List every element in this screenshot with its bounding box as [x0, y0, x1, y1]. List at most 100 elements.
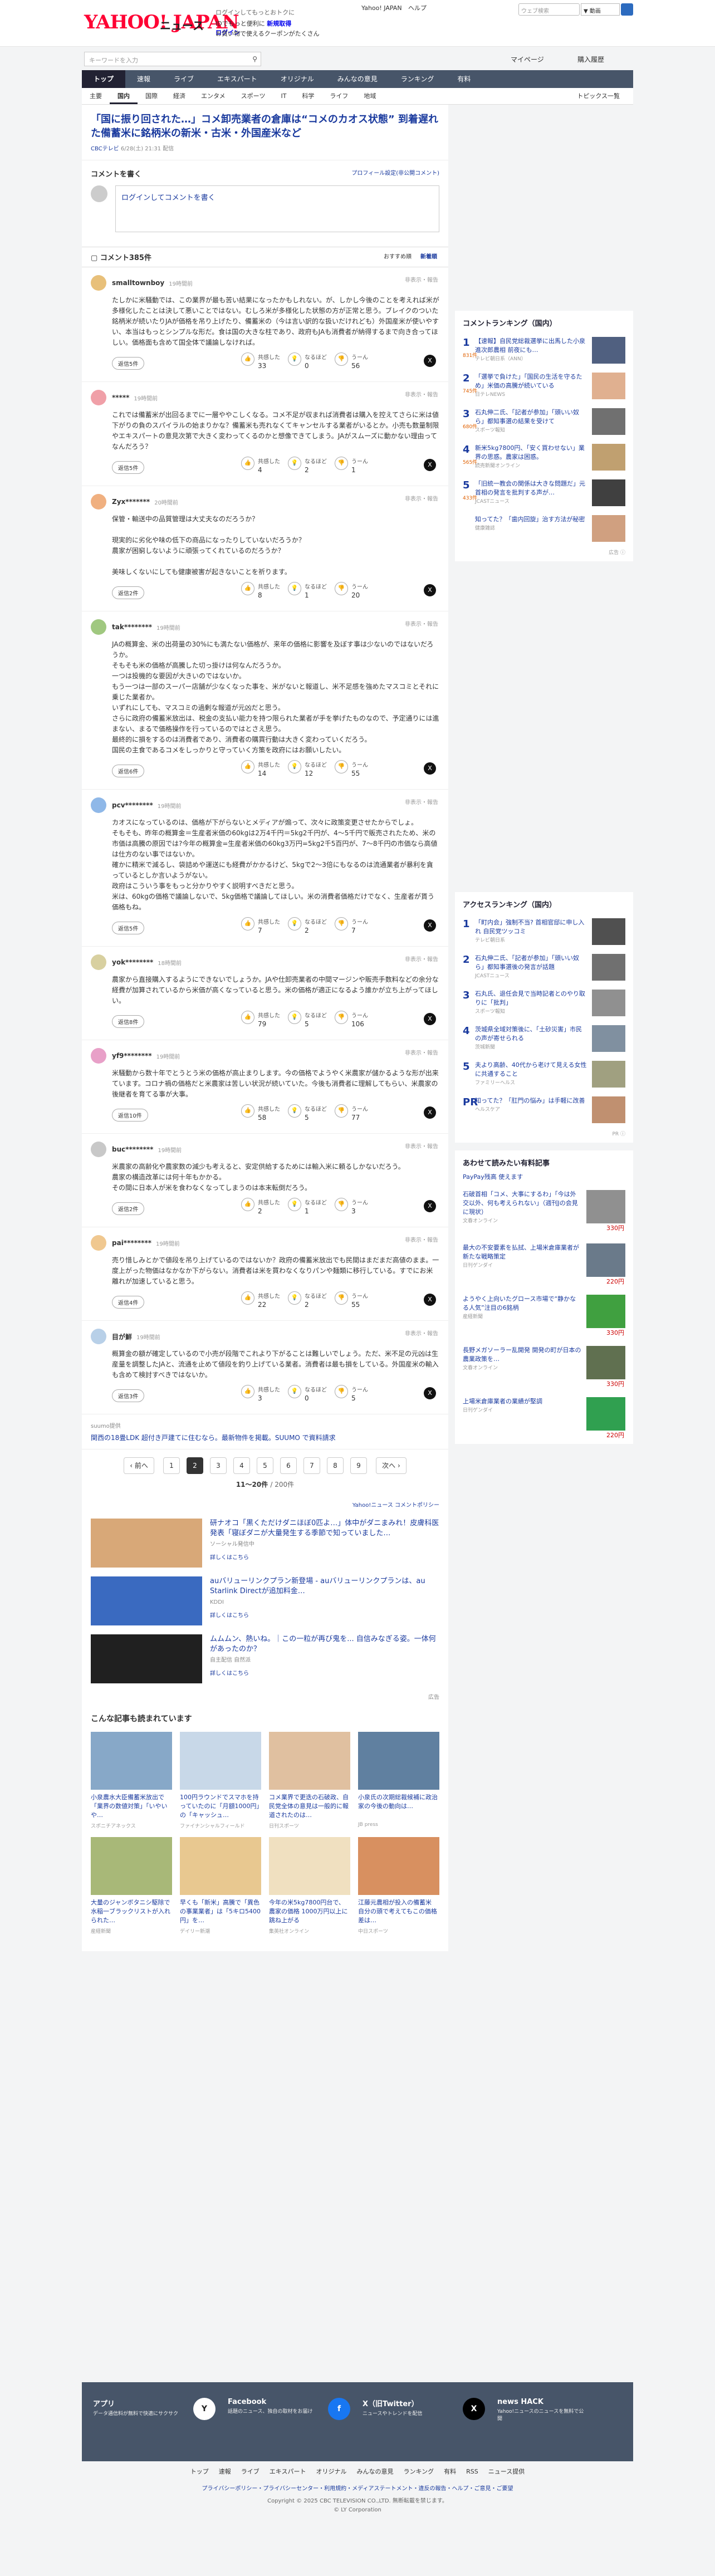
- replies-button[interactable]: 返信5件: [112, 461, 145, 474]
- report-link[interactable]: 非表示・報告: [405, 1235, 438, 1243]
- pager-page[interactable]: 6: [280, 1457, 297, 1474]
- recommend-thumbnail[interactable]: [358, 1732, 439, 1790]
- ranking-title[interactable]: 「町内会」強制不当? 首相官邸に申し入れ 自民党ツッコミ: [475, 919, 584, 935]
- sponsored-detail-link[interactable]: 詳しくはこちら: [210, 1553, 439, 1563]
- replies-button[interactable]: 返信10件: [112, 1109, 148, 1122]
- vote-agree[interactable]: 👍 共感した 7: [241, 917, 280, 934]
- report-link[interactable]: 非表示・報告: [405, 619, 438, 628]
- comment-input[interactable]: ログインしてコメントを書く: [115, 185, 439, 232]
- recommend-item[interactable]: 100円ラウンドでスマホを持っていたのに「月額1000円」の「キャッシュ… ファイ…: [180, 1732, 261, 1829]
- nav-breaking[interactable]: 速報: [125, 70, 162, 88]
- ranking-item[interactable]: 1 831件 【速報】自民党総裁選挙に出馬した小泉進次郎農相 前夜にも… テレビ朝日系…: [455, 332, 633, 368]
- commenter-name[interactable]: yf9********: [112, 1052, 152, 1060]
- vote-hmm[interactable]: 💡 なるほど 0: [288, 352, 327, 370]
- footer-link[interactable]: 有料: [444, 2468, 456, 2475]
- ranking-thumbnail[interactable]: [592, 444, 625, 471]
- pager-next[interactable]: 次へ ›: [376, 1457, 407, 1474]
- nav-paid[interactable]: 有料: [445, 70, 482, 88]
- commenter-avatar[interactable]: [91, 797, 106, 813]
- paid-article-title[interactable]: 石破首相「コメ、大事にするわ」「今は外交以外、何も考えられない」（週刊Jの会見に…: [463, 1191, 578, 1216]
- sort-newest[interactable]: 新着順: [420, 254, 437, 260]
- recommend-title[interactable]: 小泉氏の次期総裁候補に政治家の今後の動向は…: [358, 1793, 439, 1820]
- commenter-name[interactable]: yok********: [112, 958, 153, 966]
- report-link[interactable]: 非表示・報告: [405, 954, 438, 963]
- recommend-thumbnail[interactable]: [358, 1837, 439, 1895]
- vote-agree[interactable]: 👍 共感した 2: [241, 1198, 280, 1215]
- paid-article-item[interactable]: 最大の不安要素を払拭、上場米倉庫業者が新たな戦略策定 日刊ゲンダイ 220円: [455, 1239, 633, 1285]
- search-type-select[interactable]: ▼ 動画: [581, 3, 620, 16]
- signup-link[interactable]: 新規取得: [267, 20, 291, 27]
- report-link[interactable]: 非表示・報告: [405, 275, 438, 283]
- ranking-item[interactable]: 3 石丸氏、退任会見で当時記者とのやり取りに「批判」 スポーツ報知: [455, 985, 633, 1021]
- paid-article-thumbnail[interactable]: 220円: [586, 1243, 625, 1285]
- share-x-icon[interactable]: X: [424, 1294, 436, 1306]
- ranking-item[interactable]: PR 知ってた？「肛門の悩み」は手軽に改善 ヘルスケア: [455, 1092, 633, 1128]
- ranking-item[interactable]: 4 565件 新米5kg7800円、「安く買わせない」業界の思惑。農家は困惑。 読売新…: [455, 439, 633, 475]
- recommend-title[interactable]: コメ業界で更迭の石破政、自民党全体の意見は一般的に報道されたのは…: [269, 1793, 350, 1820]
- commenter-name[interactable]: 目が鮮: [112, 1332, 132, 1341]
- vote-dislike[interactable]: 👎 うーん 77: [335, 1104, 368, 1122]
- vote-hmm[interactable]: 💡 なるほど 5: [288, 1011, 327, 1028]
- cat-science[interactable]: 科学: [294, 88, 322, 104]
- comment-policy-link[interactable]: Yahoo!ニュース コメントポリシー: [82, 1495, 448, 1514]
- ranking-thumbnail[interactable]: [592, 373, 625, 399]
- share-x-icon[interactable]: X: [424, 762, 436, 775]
- profile-settings-link[interactable]: プロフィール設定(非公開コメント): [351, 168, 439, 177]
- vote-hmm[interactable]: 💡 なるほど 1: [288, 582, 327, 599]
- ranking-item[interactable]: 2 石丸伸二氏、「記者が参加」「頭いい奴ら」都知事選後の発言が話題 JCASTニュー…: [455, 949, 633, 985]
- vote-agree[interactable]: 👍 共感した 58: [241, 1104, 280, 1122]
- ranking-item[interactable]: 3 680件 石丸伸二氏、「記者が参加」「頭いい奴ら」都知事選の結果を受けて スポーツ…: [455, 404, 633, 439]
- footer-newshack[interactable]: news HACK Yahoo!ニュースのニュースを無料で公開: [497, 2398, 631, 2423]
- cat-life[interactable]: ライフ: [322, 88, 356, 104]
- coupon-promo[interactable]: お買い物で使えるクーポンがたくさん: [216, 29, 320, 38]
- vote-hmm[interactable]: 💡 なるほど 2: [288, 917, 327, 934]
- cat-economy[interactable]: 経済: [165, 88, 193, 104]
- web-search-input[interactable]: ウェブ検索: [518, 3, 580, 16]
- paid-article-item[interactable]: 長野メガソーラー乱開発 開発の町が日本の農業政策を… 文春オンライン 330円: [455, 1341, 633, 1388]
- footer-link[interactable]: ニュース提供: [488, 2468, 525, 2475]
- commenter-avatar[interactable]: [91, 494, 106, 510]
- ranking-thumbnail[interactable]: [592, 954, 625, 981]
- vote-hmm[interactable]: 💡 なるほど 2: [288, 457, 327, 474]
- vote-agree[interactable]: 👍 共感した 14: [241, 760, 280, 777]
- ranking-thumbnail[interactable]: [592, 337, 625, 364]
- commenter-name[interactable]: *****: [112, 394, 129, 401]
- vote-dislike[interactable]: 👎 うーん 56: [335, 352, 368, 370]
- vote-hmm[interactable]: 💡 なるほど 0: [288, 1385, 327, 1402]
- ranking-item[interactable]: 4 茨城県全域対策後に、「土砂災害」市民の声が寄せられる 茨城新聞: [455, 1021, 633, 1056]
- vote-hmm[interactable]: 💡 なるほど 1: [288, 1198, 327, 1215]
- ranking-thumbnail[interactable]: [592, 918, 625, 945]
- vote-agree[interactable]: 👍 共感した 79: [241, 1011, 280, 1028]
- report-link[interactable]: 非表示・報告: [405, 797, 438, 806]
- sponsored-image[interactable]: [91, 1576, 202, 1625]
- purchase-history-link[interactable]: 購入履歴: [577, 55, 604, 64]
- commenter-avatar[interactable]: [91, 390, 106, 405]
- share-x-icon[interactable]: X: [424, 1013, 436, 1025]
- share-x-icon[interactable]: X: [424, 1200, 436, 1212]
- recommend-item[interactable]: コメ業界で更迭の石破政、自民党全体の意見は一般的に報道されたのは… 日刊スポーツ: [269, 1732, 350, 1829]
- sort-recommended[interactable]: おすすめ順: [384, 254, 412, 260]
- recommend-title[interactable]: 大量のジャンボタニシ駆除で水稲一ブラックリストが入れられた…: [91, 1898, 172, 1925]
- paid-article-item[interactable]: 石破首相「コメ、大事にするわ」「今は外交以外、何も考えられない」（週刊Jの会見に…: [455, 1186, 633, 1232]
- pager-page[interactable]: 1: [163, 1457, 180, 1474]
- ranking-thumbnail[interactable]: [592, 479, 625, 506]
- ad-link[interactable]: 関西の18畳LDK 超付き戸建てに住むなら。最新物件を掲載。SUUMO で資料請…: [91, 1433, 439, 1442]
- ranking-title[interactable]: 新米5kg7800円、「安く買わせない」業界の思惑。農家は困惑。: [475, 444, 585, 461]
- recommend-item[interactable]: 早くも「新米」高騰で「異色の事業業者」は「5キロ5400円」を… デイリー新潮: [180, 1837, 261, 1935]
- cat-it[interactable]: IT: [273, 88, 294, 104]
- sponsored-title[interactable]: auバリューリンクプラン新登場 - auバリューリンクプランは、au Starl…: [210, 1577, 425, 1595]
- commenter-avatar[interactable]: [91, 619, 106, 635]
- recommend-item[interactable]: 大量のジャンボタニシ駆除で水稲一ブラックリストが入れられた… 産経新聞: [91, 1837, 172, 1935]
- vote-hmm[interactable]: 💡 なるほど 2: [288, 1291, 327, 1309]
- vote-dislike[interactable]: 👎 うーん 20: [335, 582, 368, 599]
- ranking-title[interactable]: 知ってた？「歯内回旋」治す方法が秘密: [475, 516, 585, 523]
- ranking-title[interactable]: 知ってた？「肛門の悩み」は手軽に改善: [475, 1097, 585, 1104]
- ranking-title[interactable]: 石丸伸二氏、「記者が参加」「頭いい奴ら」都知事選の結果を受けて: [475, 409, 579, 425]
- ranking-thumbnail[interactable]: [592, 1096, 625, 1123]
- recommend-title[interactable]: 江藤元農相が投入の備蓄米 自分の頭で考えてもこの価格差は…: [358, 1898, 439, 1925]
- recommend-item[interactable]: 小泉氏の次期総裁候補に政治家の今後の動向は… JB press: [358, 1732, 439, 1829]
- vote-dislike[interactable]: 👎 うーん 3: [335, 1198, 368, 1215]
- recommend-thumbnail[interactable]: [180, 1837, 261, 1895]
- vote-agree[interactable]: 👍 共感した 33: [241, 352, 280, 370]
- recommend-title[interactable]: 100円ラウンドでスマホを持っていたのに「月額1000円」の「キャッシュ…: [180, 1793, 261, 1820]
